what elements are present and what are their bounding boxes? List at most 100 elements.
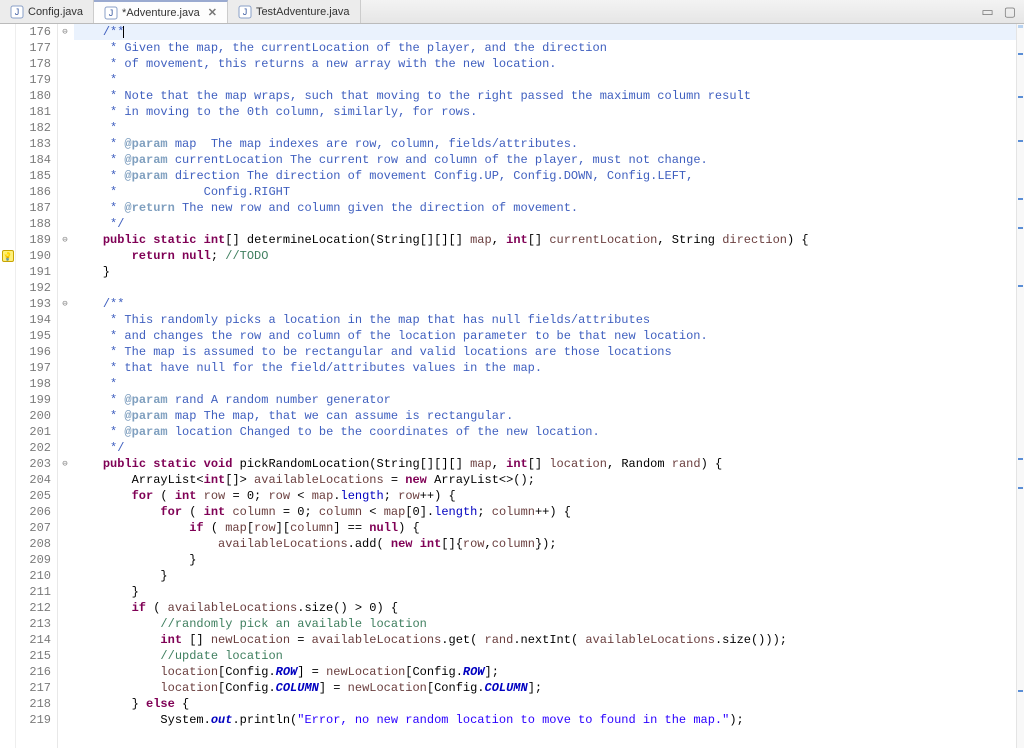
line-number[interactable]: 183 — [20, 136, 51, 152]
code-line[interactable]: } — [74, 264, 1024, 280]
overview-marker[interactable] — [1018, 458, 1023, 460]
code-line[interactable]: //randomly pick an available location — [74, 616, 1024, 632]
line-number[interactable]: 188 — [20, 216, 51, 232]
code-line[interactable]: location[Config.ROW] = newLocation[Confi… — [74, 664, 1024, 680]
close-icon[interactable]: ✕ — [208, 6, 217, 19]
overview-selection-marker[interactable] — [1018, 25, 1023, 28]
code-line[interactable]: * Note that the map wraps, such that mov… — [74, 88, 1024, 104]
code-line[interactable]: * @param map The map, that we can assume… — [74, 408, 1024, 424]
fold-column[interactable]: ⊖ ⊖ ⊖ ⊖ — [58, 24, 72, 748]
line-number[interactable]: 216 — [20, 664, 51, 680]
code-line[interactable]: */ — [74, 216, 1024, 232]
tab-config-java[interactable]: JConfig.java — [0, 0, 94, 23]
line-number[interactable]: 197 — [20, 360, 51, 376]
line-number[interactable]: 205 — [20, 488, 51, 504]
line-number[interactable]: 192 — [20, 280, 51, 296]
line-number[interactable]: 200 — [20, 408, 51, 424]
code-line[interactable]: * The map is assumed to be rectangular a… — [74, 344, 1024, 360]
code-line[interactable]: */ — [74, 440, 1024, 456]
line-number[interactable]: 191 — [20, 264, 51, 280]
code-content[interactable]: /** * Given the map, the currentLocation… — [72, 24, 1024, 748]
fold-toggle[interactable]: ⊖ — [58, 296, 72, 312]
line-number[interactable]: 181 — [20, 104, 51, 120]
line-number[interactable]: 199 — [20, 392, 51, 408]
fold-toggle[interactable]: ⊖ — [58, 24, 72, 40]
line-number[interactable]: 202 — [20, 440, 51, 456]
line-number[interactable]: 217 — [20, 680, 51, 696]
line-number[interactable]: 180 — [20, 88, 51, 104]
line-number[interactable]: 213 — [20, 616, 51, 632]
line-number[interactable]: 182 — [20, 120, 51, 136]
overview-marker[interactable] — [1018, 487, 1023, 489]
code-line[interactable]: availableLocations.add( new int[]{row,co… — [74, 536, 1024, 552]
line-number[interactable]: 211 — [20, 584, 51, 600]
code-line[interactable]: if ( map[row][column] == null) { — [74, 520, 1024, 536]
line-number[interactable]: 178 — [20, 56, 51, 72]
code-line[interactable]: /** — [74, 24, 1024, 40]
line-number[interactable]: 184 — [20, 152, 51, 168]
code-line[interactable]: if ( availableLocations.size() > 0) { — [74, 600, 1024, 616]
line-number[interactable]: 201 — [20, 424, 51, 440]
code-line[interactable]: * @param rand A random number generator — [74, 392, 1024, 408]
fold-toggle[interactable]: ⊖ — [58, 456, 72, 472]
overview-marker[interactable] — [1018, 227, 1023, 229]
code-line[interactable]: System.out.println("Error, no new random… — [74, 712, 1024, 728]
line-number[interactable]: 194 — [20, 312, 51, 328]
line-number[interactable]: 206 — [20, 504, 51, 520]
code-line[interactable]: for ( int column = 0; column < map[0].le… — [74, 504, 1024, 520]
code-line[interactable]: * that have null for the field/attribute… — [74, 360, 1024, 376]
code-line[interactable]: * Config.RIGHT — [74, 184, 1024, 200]
maximize-icon[interactable]: ▢ — [1004, 4, 1016, 20]
overview-marker[interactable] — [1018, 96, 1023, 98]
line-number[interactable]: 196 — [20, 344, 51, 360]
line-number[interactable]: 207 — [20, 520, 51, 536]
code-line[interactable]: * — [74, 120, 1024, 136]
code-line[interactable]: } — [74, 568, 1024, 584]
line-number[interactable]: 190 — [20, 248, 51, 264]
code-line[interactable]: //update location — [74, 648, 1024, 664]
line-number[interactable]: 179 — [20, 72, 51, 88]
code-line[interactable]: ArrayList<int[]> availableLocations = ne… — [74, 472, 1024, 488]
tab-testadventure-java[interactable]: JTestAdventure.java — [228, 0, 361, 23]
code-line[interactable]: } else { — [74, 696, 1024, 712]
line-number[interactable]: 219 — [20, 712, 51, 728]
code-line[interactable] — [74, 280, 1024, 296]
code-line[interactable]: int [] newLocation = availableLocations.… — [74, 632, 1024, 648]
code-line[interactable]: * @param currentLocation The current row… — [74, 152, 1024, 168]
code-line[interactable]: * This randomly picks a location in the … — [74, 312, 1024, 328]
code-line[interactable]: public static void pickRandomLocation(St… — [74, 456, 1024, 472]
code-line[interactable]: location[Config.COLUMN] = newLocation[Co… — [74, 680, 1024, 696]
line-number[interactable]: 177 — [20, 40, 51, 56]
overview-marker[interactable] — [1018, 53, 1023, 55]
code-line[interactable]: } — [74, 584, 1024, 600]
code-line[interactable]: * @param location Changed to be the coor… — [74, 424, 1024, 440]
code-line[interactable]: } — [74, 552, 1024, 568]
overview-marker[interactable] — [1018, 198, 1023, 200]
editor-area[interactable]: 1761771781791801811821831841851861871881… — [0, 24, 1024, 748]
line-number[interactable]: 186 — [20, 184, 51, 200]
code-line[interactable]: * and changes the row and column of the … — [74, 328, 1024, 344]
line-number[interactable]: 203 — [20, 456, 51, 472]
code-line[interactable]: for ( int row = 0; row < map.length; row… — [74, 488, 1024, 504]
code-line[interactable]: * — [74, 72, 1024, 88]
line-number[interactable]: 218 — [20, 696, 51, 712]
fold-toggle[interactable]: ⊖ — [58, 232, 72, 248]
line-number[interactable]: 214 — [20, 632, 51, 648]
quickfix-icon[interactable] — [2, 250, 14, 262]
code-line[interactable]: * in moving to the 0th column, similarly… — [74, 104, 1024, 120]
code-line[interactable]: * Given the map, the currentLocation of … — [74, 40, 1024, 56]
line-number[interactable]: 185 — [20, 168, 51, 184]
line-number[interactable]: 204 — [20, 472, 51, 488]
overview-marker[interactable] — [1018, 140, 1023, 142]
line-number[interactable]: 195 — [20, 328, 51, 344]
line-number-gutter[interactable]: 1761771781791801811821831841851861871881… — [16, 24, 58, 748]
overview-ruler[interactable] — [1016, 24, 1024, 748]
minimize-icon[interactable]: ▭ — [981, 4, 993, 20]
line-number[interactable]: 187 — [20, 200, 51, 216]
code-line[interactable]: public static int[] determineLocation(St… — [74, 232, 1024, 248]
code-line[interactable]: return null; //TODO — [74, 248, 1024, 264]
overview-marker[interactable] — [1018, 285, 1023, 287]
code-line[interactable]: /** — [74, 296, 1024, 312]
code-line[interactable]: * @param direction The direction of move… — [74, 168, 1024, 184]
line-number[interactable]: 198 — [20, 376, 51, 392]
